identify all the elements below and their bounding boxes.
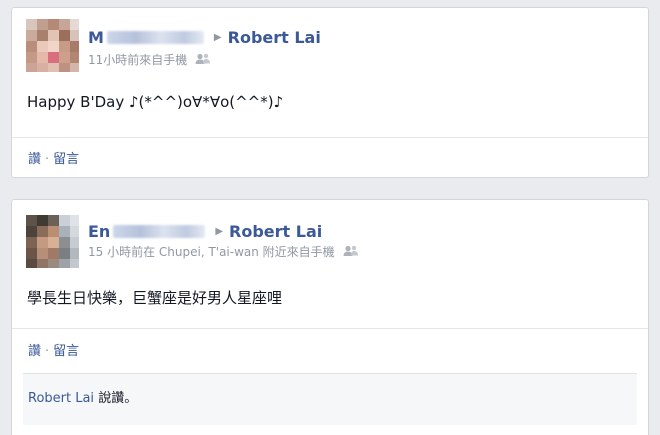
feed-post: En ▶ Robert Lai 15 小時前在 Chupei, T'ai-wan…: [11, 199, 649, 435]
comment-link[interactable]: 留言: [53, 152, 79, 167]
avatar[interactable]: [26, 19, 79, 72]
blurred-name: [106, 30, 204, 44]
liker-name-link[interactable]: Robert Lai: [28, 391, 94, 406]
post-meta: 15 小時前在 Chupei, T'ai-wan 附近來自手機: [88, 243, 359, 259]
blurred-name: [113, 224, 206, 238]
avatar[interactable]: [26, 215, 79, 268]
separator-dot: ·: [45, 152, 50, 167]
likes-summary: Robert Lai 說讚。: [23, 373, 637, 425]
friends-icon[interactable]: [343, 245, 359, 257]
author-name[interactable]: En: [88, 222, 110, 241]
post-actions: 讚 · 留言: [28, 148, 79, 167]
target-name-link[interactable]: Robert Lai: [229, 222, 322, 241]
comment-link[interactable]: 留言: [53, 344, 79, 359]
likes-suffix: 說讚。: [94, 391, 138, 406]
post-body: 學長生日快樂，巨蟹座是好男人星座哩: [27, 289, 283, 307]
separator-dot: ·: [45, 344, 50, 359]
post-timestamp[interactable]: 15 小時前在 Chupei, T'ai-wan 附近來自手機: [88, 243, 335, 260]
target-name-link[interactable]: Robert Lai: [228, 28, 321, 47]
post-body: Happy B'Day ♪(*^^)o∀*∀o(^^*)♪: [27, 93, 284, 111]
divider: [12, 137, 648, 138]
post-header: En ▶ Robert Lai: [88, 221, 322, 241]
like-link[interactable]: 讚: [28, 152, 41, 167]
post-timestamp[interactable]: 11小時前來自手機: [88, 51, 187, 68]
post-meta: 11小時前來自手機: [88, 51, 211, 67]
post-header: M ▶ Robert Lai: [88, 27, 321, 47]
arrow-right-icon: ▶: [215, 225, 224, 237]
post-actions: 讚 · 留言: [28, 340, 79, 359]
divider: [12, 328, 648, 329]
arrow-right-icon: ▶: [213, 31, 222, 43]
feed-post: M ▶ Robert Lai 11小時前來自手機 Happy B'Day ♪(*…: [11, 7, 649, 178]
likes-sentence: Robert Lai 說讚。: [28, 387, 137, 406]
like-link[interactable]: 讚: [28, 344, 41, 359]
friends-icon[interactable]: [195, 53, 211, 65]
author-name[interactable]: M: [88, 28, 104, 47]
